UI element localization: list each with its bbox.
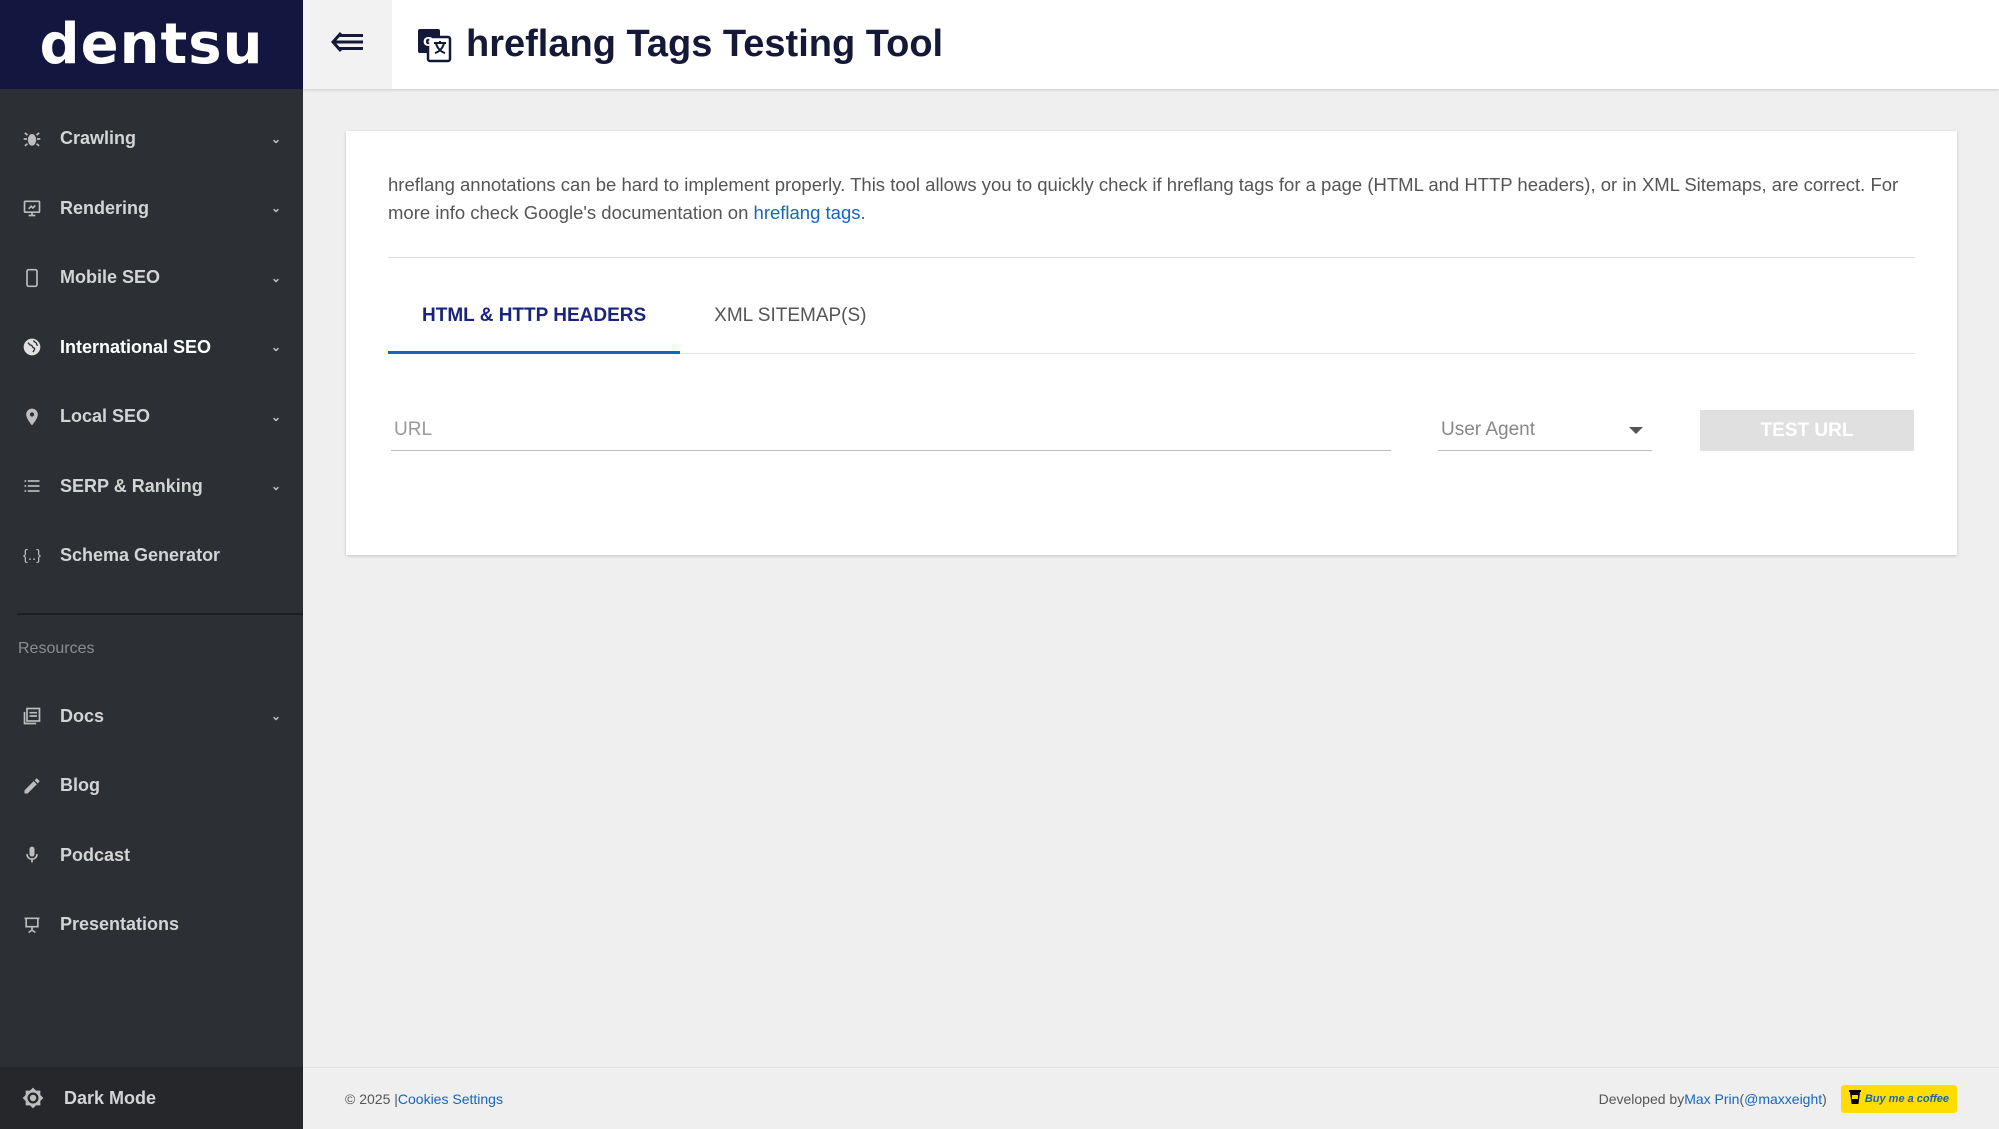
- url-input[interactable]: [391, 410, 1391, 451]
- description-end: .: [860, 202, 866, 223]
- copyright: © 2025 |: [345, 1090, 398, 1107]
- chevron-down-icon: ⌄: [270, 340, 281, 355]
- tab-xml-sitemaps[interactable]: XML SITEMAP(S): [680, 258, 900, 353]
- sidebar-item-label: Crawling: [60, 128, 137, 149]
- microphone-icon: [22, 845, 42, 865]
- chevron-down-icon: ⌄: [270, 409, 281, 424]
- cookies-settings-link[interactable]: Cookies Settings: [398, 1091, 503, 1107]
- tool-description: hreflang annotations can be hard to impl…: [388, 171, 1918, 227]
- description-text: hreflang annotations can be hard to impl…: [388, 174, 1899, 223]
- svg-text:G: G: [423, 35, 433, 49]
- brightness-icon: [22, 1087, 44, 1109]
- test-url-button[interactable]: TEST URL: [1700, 410, 1914, 451]
- phone-icon: [22, 268, 42, 288]
- chevron-down-icon: ⌄: [270, 709, 281, 724]
- sidebar-item-presentations[interactable]: Presentations: [0, 890, 303, 960]
- top-bar: G hreflang Tags Testing Tool: [303, 0, 1999, 89]
- sidebar-item-crawling[interactable]: Crawling ⌄: [0, 104, 303, 174]
- globe-icon: [22, 337, 42, 357]
- chevron-down-icon: ⌄: [270, 201, 281, 216]
- resources-nav: Docs ⌄ Blog Podcast Presentations: [0, 674, 303, 960]
- presentation-icon: [22, 915, 42, 935]
- sidebar: dentsu Crawling ⌄ Rendering ⌄ Mobile SEO…: [0, 0, 303, 1129]
- developed-by-text: Developed by: [1598, 1090, 1685, 1107]
- sidebar-item-label: SERP & Ranking: [60, 475, 203, 496]
- tab-html-http-headers[interactable]: HTML & HTTP HEADERS: [388, 258, 681, 354]
- chevron-down-icon: ⌄: [270, 131, 281, 146]
- collapse-menu-icon: [330, 30, 365, 59]
- sidebar-item-label: Schema Generator: [60, 545, 221, 566]
- resources-heading: Resources: [18, 639, 95, 657]
- sidebar-item-docs[interactable]: Docs ⌄: [0, 682, 303, 752]
- sidebar-item-label: Blog: [60, 775, 100, 796]
- hreflang-tags-link[interactable]: hreflang tags: [754, 202, 861, 223]
- footer: © 2025 | Cookies Settings Developed by M…: [303, 1067, 1999, 1129]
- sidebar-item-blog[interactable]: Blog: [0, 751, 303, 821]
- map-pin-icon: [22, 407, 42, 427]
- docs-icon: [22, 706, 42, 726]
- sidebar-item-schema-generator[interactable]: {..} Schema Generator: [0, 521, 303, 591]
- pencil-icon: [22, 776, 42, 796]
- user-agent-select[interactable]: User Agent: [1438, 410, 1652, 451]
- braces-icon: {..}: [22, 547, 42, 565]
- brand-logo[interactable]: dentsu: [0, 0, 303, 89]
- main-nav: Crawling ⌄ Rendering ⌄ Mobile SEO ⌄ Inte…: [0, 89, 303, 591]
- dark-mode-label: Dark Mode: [64, 1087, 157, 1108]
- sidebar-item-rendering[interactable]: Rendering ⌄: [0, 174, 303, 244]
- translate-icon: G: [416, 27, 452, 63]
- author-link[interactable]: Max Prin: [1684, 1091, 1739, 1107]
- dark-mode-toggle[interactable]: Dark Mode: [0, 1067, 303, 1129]
- sidebar-item-label: International SEO: [60, 336, 212, 357]
- sidebar-item-podcast[interactable]: Podcast: [0, 821, 303, 891]
- tab-bar: HTML & HTTP HEADERS XML SITEMAP(S): [388, 258, 1915, 354]
- sidebar-item-international-seo[interactable]: International SEO ⌄: [0, 313, 303, 383]
- caret-down-icon: [1629, 426, 1643, 434]
- collapse-menu-button[interactable]: [303, 0, 392, 89]
- sidebar-item-label: Docs: [60, 705, 105, 726]
- buy-me-a-coffee-button[interactable]: Buy me a coffee: [1840, 1084, 1957, 1113]
- sidebar-item-label: Local SEO: [60, 406, 151, 427]
- sidebar-item-label: Podcast: [60, 844, 131, 865]
- user-agent-placeholder: User Agent: [1441, 419, 1535, 440]
- coffee-label: Buy me a coffee: [1864, 1092, 1949, 1105]
- coffee-cup-icon: [1848, 1089, 1861, 1108]
- sidebar-item-label: Rendering: [60, 197, 150, 218]
- sidebar-item-mobile-seo[interactable]: Mobile SEO ⌄: [0, 243, 303, 313]
- twitter-handle-link[interactable]: @maxxeight: [1744, 1091, 1822, 1107]
- sidebar-item-label: Presentations: [60, 914, 180, 935]
- test-form: User Agent TEST URL: [388, 410, 1915, 451]
- list-icon: [22, 476, 42, 496]
- sidebar-item-serp-ranking[interactable]: SERP & Ranking ⌄: [0, 452, 303, 522]
- monitor-icon: [22, 198, 42, 218]
- sidebar-item-label: Mobile SEO: [60, 267, 161, 288]
- handle-close: ): [1822, 1090, 1827, 1107]
- chevron-down-icon: ⌄: [270, 479, 281, 494]
- bug-icon: [22, 129, 42, 149]
- page-title-wrap: G hreflang Tags Testing Tool: [392, 23, 943, 66]
- chevron-down-icon: ⌄: [270, 270, 281, 285]
- tool-card: hreflang annotations can be hard to impl…: [346, 131, 1957, 555]
- sidebar-item-local-seo[interactable]: Local SEO ⌄: [0, 382, 303, 452]
- page-title: hreflang Tags Testing Tool: [466, 23, 944, 65]
